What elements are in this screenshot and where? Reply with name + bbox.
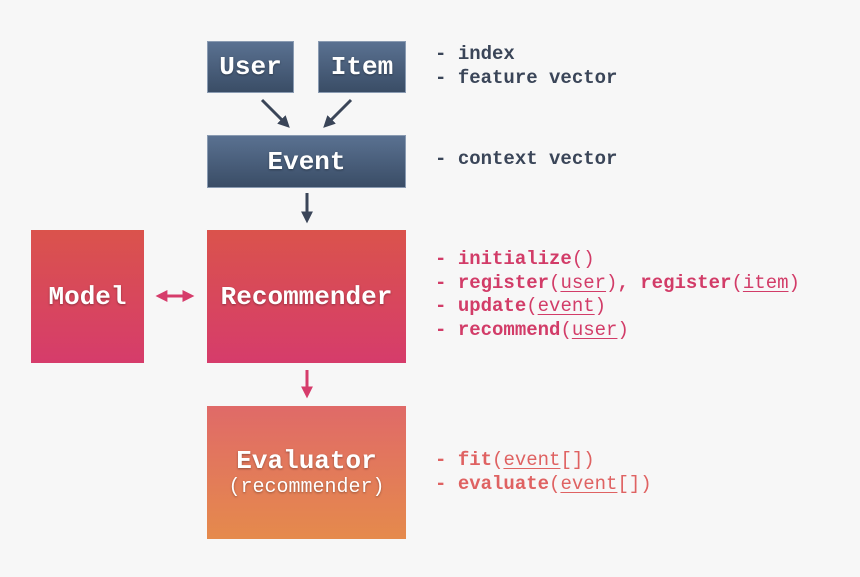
evaluator-box: Evaluator (recommender): [207, 406, 406, 539]
model-label: Model: [48, 281, 127, 312]
method-evaluate: - evaluate(event[]): [435, 472, 652, 495]
recommender-box: Recommender: [207, 230, 406, 363]
user-box: User: [207, 41, 294, 93]
evaluator-notes: - fit(event[]) - evaluate(event[]): [435, 449, 652, 496]
evaluator-label: Evaluator: [236, 446, 377, 476]
method-arg: event: [503, 449, 561, 471]
note-line: - index: [435, 43, 515, 65]
method-name: evaluate: [457, 472, 550, 495]
method-name: update: [457, 295, 527, 317]
note-line: - feature vector: [435, 66, 618, 89]
evaluator-sublabel: (recommender): [228, 476, 385, 499]
method-name: register: [457, 271, 550, 294]
method-arg: event: [537, 295, 595, 317]
method-arg: event: [560, 472, 618, 495]
method-fit: - fit(event[]): [435, 449, 595, 471]
recommender-label: Recommender: [220, 281, 393, 312]
recommender-notes: - initialize() - register(user), register…: [435, 248, 800, 342]
event-notes: - context vector: [435, 148, 617, 172]
item-label: Item: [330, 52, 394, 82]
method-update: - update(event): [435, 295, 607, 317]
method-recommend: - recommend(user): [435, 318, 629, 341]
array-suffix: []: [560, 449, 584, 471]
event-box: Event: [207, 135, 406, 188]
method-register: - register(user), register(item): [435, 271, 800, 294]
diagram-canvas: User Item Event Model Recommender Evalua…: [0, 0, 860, 577]
method-arg: user: [571, 318, 618, 341]
arrow-user-to-event: [260, 98, 290, 128]
method-name: initialize: [457, 248, 572, 270]
arrow-item-to-event: [323, 98, 353, 128]
array-suffix: []: [617, 472, 641, 495]
note-text: feature vector: [457, 66, 618, 89]
note-text: context vector: [457, 148, 618, 170]
note-text: index: [457, 43, 515, 65]
user-label: User: [219, 52, 282, 82]
note-line: - context vector: [435, 148, 618, 170]
method-name: register: [640, 271, 732, 294]
method-arg: item: [742, 271, 789, 294]
method-arg: user: [560, 271, 607, 294]
user-item-notes: - index - feature vector: [435, 43, 617, 90]
item-box: Item: [318, 41, 406, 93]
method-initialize: - initialize(): [435, 248, 595, 270]
event-label: Event: [267, 146, 346, 177]
model-box: Model: [31, 230, 144, 363]
method-name: fit: [457, 449, 493, 471]
method-name: recommend: [457, 318, 561, 341]
